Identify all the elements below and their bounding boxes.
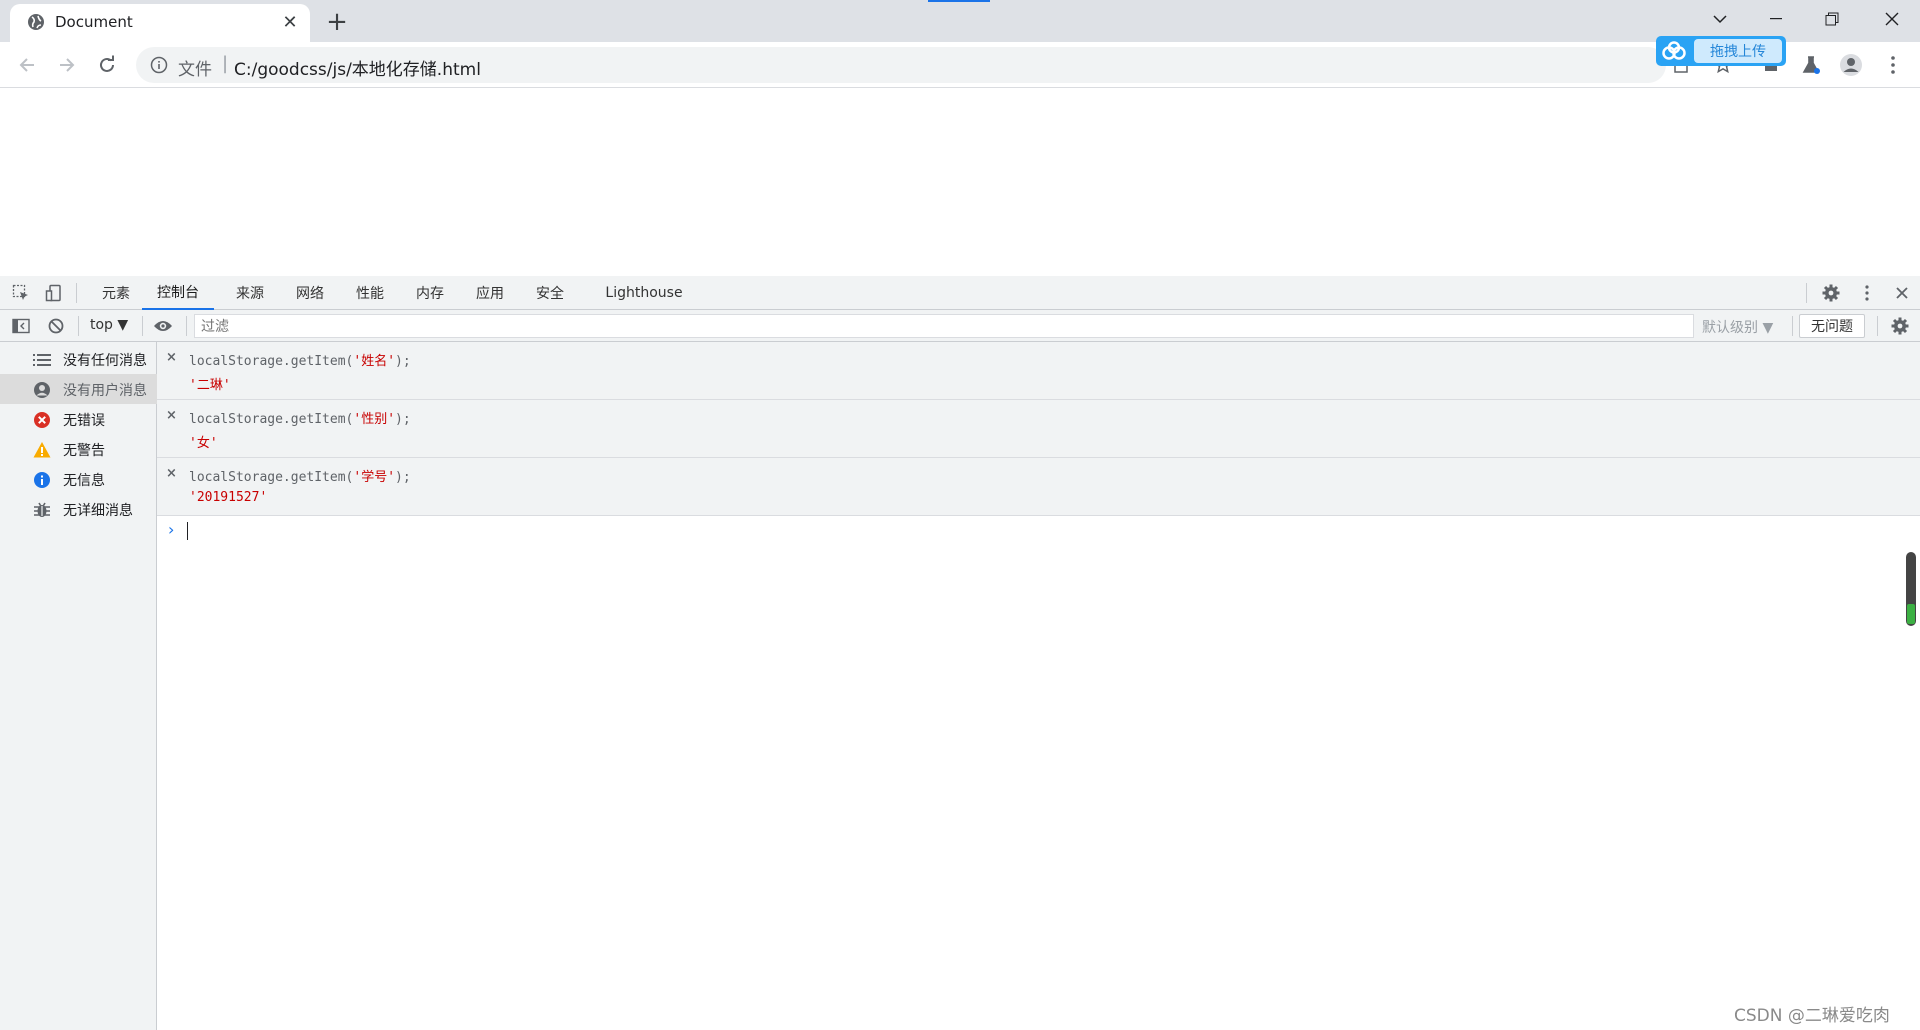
console-result: '女' <box>189 436 218 451</box>
tabbar-divider-right <box>1806 283 1807 303</box>
console-toolbar-divider <box>142 316 143 336</box>
clear-console-icon[interactable] <box>45 315 67 337</box>
tab-lighthouse[interactable]: Lighthouse <box>598 276 690 310</box>
tab-elements[interactable]: 元素 <box>94 276 138 310</box>
error-icon <box>33 411 51 429</box>
menu-kebab-icon[interactable] <box>1880 52 1906 78</box>
sidebar-item-label: 没有任何消息 <box>63 353 147 369</box>
profile-avatar-icon[interactable] <box>1838 52 1864 78</box>
restore-icon[interactable] <box>1804 0 1860 38</box>
sidebar-item-all-messages[interactable]: 没有任何消息 <box>0 344 157 374</box>
console-entry: × localStorage.getItem('学号'); '20191527' <box>157 458 1920 516</box>
devtools-close-icon[interactable] <box>1891 282 1913 304</box>
sidebar-toggle-icon[interactable] <box>10 315 32 337</box>
entry-close-icon[interactable]: × <box>166 466 177 481</box>
devtools-panel: 元素 控制台 来源 网络 性能 内存 应用 安全 Lighthouse top … <box>0 276 1920 1030</box>
live-expression-eye-icon[interactable] <box>152 315 174 337</box>
new-tab-button[interactable]: + <box>322 7 352 37</box>
console-result: '20191527' <box>189 490 268 505</box>
tab-title: Document <box>55 13 133 31</box>
console-command: localStorage.getItem('学号'); <box>189 470 411 485</box>
tab-strip: Document ✕ + <box>0 0 1920 42</box>
sidebar-item-label: 无信息 <box>63 473 105 489</box>
minimize-icon[interactable] <box>1748 0 1804 38</box>
address-bar[interactable]: 文件 | C:/goodcss/js/本地化存储.html <box>136 47 1666 83</box>
back-button[interactable] <box>12 50 42 80</box>
sidebar-item-info[interactable]: 无信息 <box>0 464 157 494</box>
console-toolbar-divider <box>1792 316 1793 336</box>
tab-search-icon[interactable] <box>1692 0 1748 38</box>
close-window-icon[interactable] <box>1864 0 1920 38</box>
console-result: '二琳' <box>189 378 231 393</box>
inspect-element-icon[interactable] <box>10 282 32 304</box>
scheme-label: 文件 <box>178 60 212 80</box>
device-toggle-icon[interactable] <box>43 282 65 304</box>
sidebar-item-user-messages[interactable]: 没有用户消息 <box>0 374 157 404</box>
url-text[interactable]: C:/goodcss/js/本地化存储.html <box>234 55 481 80</box>
filter-input[interactable] <box>194 314 1694 338</box>
warning-icon <box>33 441 51 459</box>
log-level-dropdown[interactable]: 默认级别 ▼ <box>1702 317 1773 337</box>
sidebar-item-label: 无详细消息 <box>63 503 133 519</box>
info-icon <box>33 471 51 489</box>
console-settings-gear-icon[interactable] <box>1889 315 1911 337</box>
devtools-menu-icon[interactable] <box>1856 282 1878 304</box>
tab-memory[interactable]: 内存 <box>408 276 452 310</box>
drag-upload-button[interactable]: 拖拽上传 <box>1656 36 1786 66</box>
tabbar-divider <box>76 283 77 303</box>
sidebar-item-label: 无警告 <box>63 443 105 459</box>
labs-flask-icon[interactable] <box>1798 52 1824 78</box>
devtools-tabbar: 元素 控制台 来源 网络 性能 内存 应用 安全 Lighthouse <box>0 276 1920 310</box>
entry-close-icon[interactable]: × <box>166 408 177 423</box>
cloud-upload-icon <box>1656 36 1692 66</box>
issues-button[interactable]: 无问题 <box>1799 314 1865 338</box>
settings-gear-icon[interactable] <box>1820 282 1842 304</box>
watermark-text: CSDN @二琳爱吃肉 <box>1734 1006 1890 1026</box>
sidebar-item-verbose[interactable]: 无详细消息 <box>0 494 157 524</box>
console-toolbar-divider <box>78 316 79 336</box>
tab-indicator <box>928 0 990 2</box>
tab-security[interactable]: 安全 <box>528 276 572 310</box>
forward-button[interactable] <box>52 50 82 80</box>
sidebar-item-errors[interactable]: 无错误 <box>0 404 157 434</box>
tab-sources[interactable]: 来源 <box>228 276 272 310</box>
sidebar-item-label: 无错误 <box>63 413 105 429</box>
console-entry: × localStorage.getItem('性别'); '女' <box>157 400 1920 458</box>
tab-console[interactable]: 控制台 <box>142 276 214 310</box>
scrollbar-indicator <box>1907 604 1915 624</box>
browser-tab[interactable]: Document ✕ <box>10 4 310 42</box>
upload-label: 拖拽上传 <box>1694 39 1782 63</box>
user-icon <box>33 381 51 399</box>
console-output[interactable]: × localStorage.getItem('姓名'); '二琳' × loc… <box>157 342 1920 1030</box>
bug-icon <box>33 501 51 519</box>
tab-close-icon[interactable]: ✕ <box>278 10 302 34</box>
console-toolbar-divider <box>186 316 187 336</box>
sidebar-item-warnings[interactable]: 无警告 <box>0 434 157 464</box>
context-selector[interactable]: top ▼ <box>90 317 128 333</box>
entry-close-icon[interactable]: × <box>166 350 177 365</box>
console-entry: × localStorage.getItem('姓名'); '二琳' <box>157 342 1920 400</box>
console-command: localStorage.getItem('性别'); <box>189 412 411 427</box>
tab-performance[interactable]: 性能 <box>348 276 392 310</box>
console-toolbar-divider <box>1877 316 1878 336</box>
browser-toolbar: 文件 | C:/goodcss/js/本地化存储.html <box>0 42 1920 88</box>
console-toolbar: top ▼ 默认级别 ▼ 无问题 <box>0 310 1920 342</box>
console-prompt-chevron-icon: › <box>168 520 175 539</box>
sidebar-item-label: 没有用户消息 <box>63 383 147 399</box>
info-icon[interactable] <box>150 56 168 74</box>
reload-button[interactable] <box>92 50 122 80</box>
console-input-caret[interactable] <box>187 522 188 540</box>
globe-icon <box>28 14 44 30</box>
console-command: localStorage.getItem('姓名'); <box>189 354 411 369</box>
list-icon <box>33 351 51 369</box>
omnibox-separator: | <box>222 53 229 74</box>
tab-network[interactable]: 网络 <box>288 276 332 310</box>
console-sidebar: 没有任何消息 没有用户消息 无错误 无警告 无信息 无详细消息 <box>0 342 157 1030</box>
tab-application[interactable]: 应用 <box>468 276 512 310</box>
